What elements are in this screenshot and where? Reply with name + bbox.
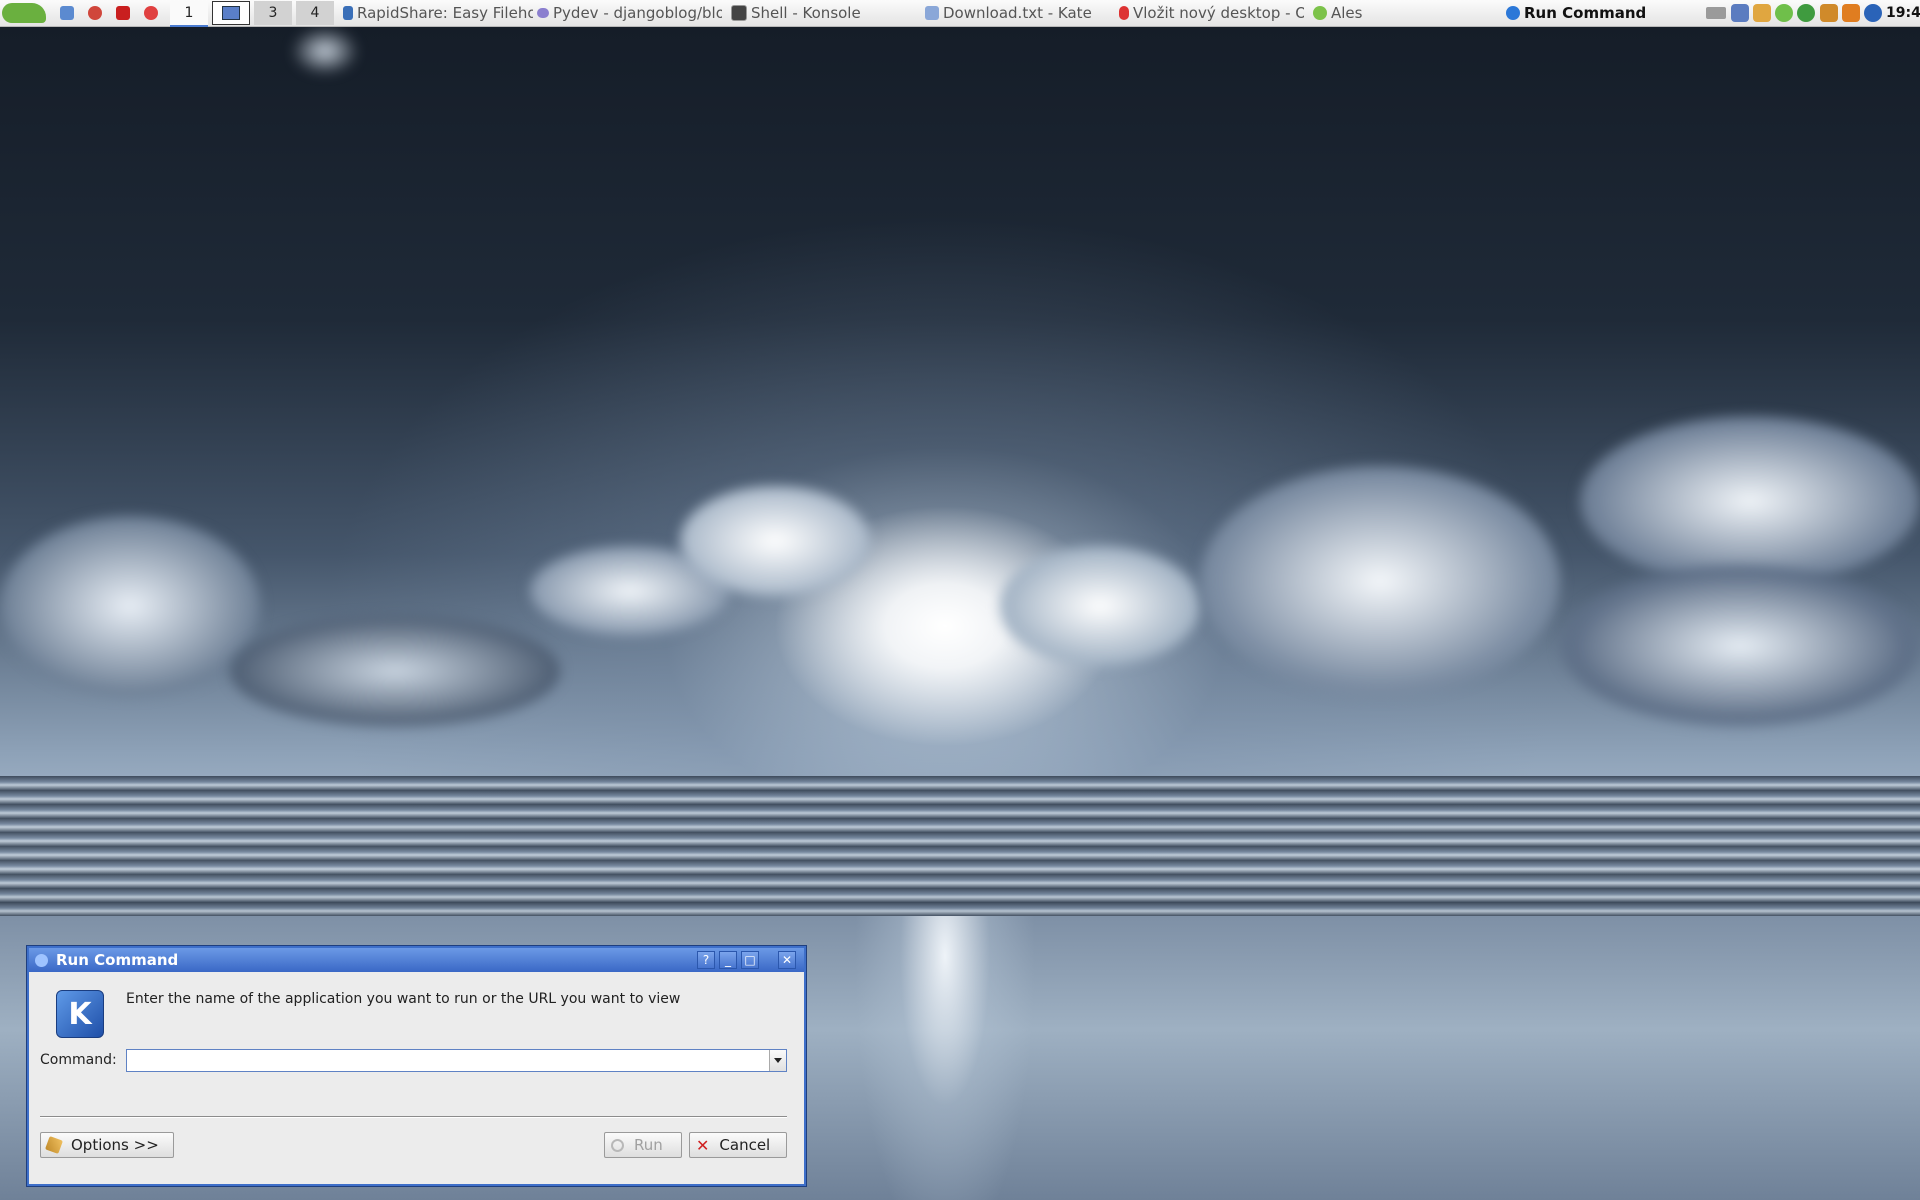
run-button[interactable]: Run xyxy=(604,1132,682,1158)
kmenu-button[interactable] xyxy=(2,0,48,26)
close-button[interactable]: ✕ xyxy=(778,951,796,969)
cloud xyxy=(1560,566,1920,726)
options-button[interactable]: Options >> xyxy=(40,1132,174,1158)
filezilla-icon[interactable] xyxy=(116,6,130,20)
network-manager-icon[interactable] xyxy=(1864,4,1882,22)
command-label: Command: xyxy=(40,1052,117,1068)
browser-icon[interactable] xyxy=(88,6,102,20)
cancel-button[interactable]: ✕ Cancel xyxy=(689,1132,787,1158)
kde-logo-icon: K xyxy=(56,990,104,1038)
package-icon[interactable] xyxy=(1820,4,1838,22)
run-gear-icon xyxy=(611,1138,624,1152)
run-command-icon xyxy=(1506,6,1520,20)
clock-time: 19:49 xyxy=(1886,5,1920,21)
run-label: Run xyxy=(634,1136,663,1154)
clock[interactable]: 19:49 xyxy=(1886,0,1920,26)
konsole-icon xyxy=(731,5,747,21)
opera-icon xyxy=(1119,6,1129,20)
run-command-dialog: Run Command ? _ □ ✕ K Enter the name of … xyxy=(27,946,806,1186)
pager-desktop-1[interactable]: 1 xyxy=(170,1,208,27)
maximize-button[interactable]: □ xyxy=(741,951,759,969)
pager-window-icon xyxy=(222,6,240,20)
opera-launcher-icon[interactable] xyxy=(144,6,158,20)
cloud xyxy=(1580,416,1920,586)
cloud xyxy=(230,616,560,726)
chevron-down-icon xyxy=(774,1058,782,1063)
pager-label: 1 xyxy=(184,5,194,21)
task-run-command[interactable]: Run Command xyxy=(1506,0,1696,26)
kate-icon xyxy=(925,6,939,20)
quicklaunch xyxy=(60,0,160,26)
user-status-icon xyxy=(1313,6,1327,20)
task-label: RapidShare: Easy Fileho xyxy=(357,4,533,22)
task-ales[interactable]: Ales xyxy=(1313,0,1503,26)
cloud xyxy=(290,26,360,76)
task-pydev[interactable]: Pydev - djangoblog/blog xyxy=(537,0,722,26)
network-icon[interactable] xyxy=(1775,4,1793,22)
close-icon: ✕ xyxy=(781,953,793,967)
run-command-icon xyxy=(35,953,48,967)
dialog-message: Enter the name of the application you wa… xyxy=(126,991,681,1007)
cancel-label: Cancel xyxy=(719,1136,771,1154)
minimize-button[interactable]: _ xyxy=(719,951,737,969)
maximize-icon: □ xyxy=(744,953,756,967)
cloud xyxy=(0,516,260,696)
task-konsole[interactable]: Shell - Konsole xyxy=(731,0,921,26)
pager-label: 4 xyxy=(310,5,320,21)
pydev-icon xyxy=(537,8,549,18)
pager-desktop-3[interactable]: 3 xyxy=(254,1,292,25)
home-folder-icon[interactable] xyxy=(60,6,74,20)
command-input[interactable] xyxy=(127,1050,765,1071)
task-label: Download.txt - Kate xyxy=(943,4,1092,22)
task-kate[interactable]: Download.txt - Kate xyxy=(925,0,1115,26)
dialog-titlebar[interactable]: Run Command xyxy=(29,948,804,972)
divider xyxy=(40,1116,787,1118)
task-label: Run Command xyxy=(1524,4,1647,22)
pager-desktop-4[interactable]: 4 xyxy=(296,1,334,25)
task-label: Pydev - djangoblog/blog xyxy=(553,4,722,22)
task-opera[interactable]: Vložit nový desktop - Op xyxy=(1119,0,1304,26)
cloud xyxy=(680,486,870,596)
pager-label: 3 xyxy=(268,5,278,21)
updater-icon[interactable] xyxy=(1797,4,1815,22)
volume-icon[interactable] xyxy=(1731,4,1749,22)
keyboard-layout-icon[interactable] xyxy=(1706,7,1726,19)
task-label: Ales xyxy=(1331,4,1363,22)
command-dropdown-button[interactable] xyxy=(769,1050,786,1071)
suse-gecko-icon xyxy=(2,3,46,23)
help-button[interactable]: ? xyxy=(697,951,715,969)
minimize-icon: _ xyxy=(725,953,731,967)
cancel-x-icon: ✕ xyxy=(696,1135,710,1155)
taskbar: 1 2 3 4 RapidShare: Easy Fileho Pydev - … xyxy=(0,0,1920,27)
task-label: Vložit nový desktop - Op xyxy=(1133,4,1304,22)
cloud xyxy=(1000,546,1200,666)
tray-app-icon[interactable] xyxy=(1842,4,1860,22)
rapidshare-icon xyxy=(343,6,353,20)
dialog-title: Run Command xyxy=(56,951,179,969)
help-icon: ? xyxy=(702,953,710,967)
task-rapidshare[interactable]: RapidShare: Easy Fileho xyxy=(343,0,533,26)
sea-waves xyxy=(0,776,1920,916)
task-label: Shell - Konsole xyxy=(751,4,861,22)
pager-desktop-2[interactable]: 2 xyxy=(212,1,250,25)
cloud xyxy=(1200,466,1560,696)
options-wrench-icon xyxy=(45,1136,63,1154)
command-combobox[interactable] xyxy=(126,1049,787,1072)
klipper-icon[interactable] xyxy=(1753,4,1771,22)
options-label: Options >> xyxy=(71,1136,159,1154)
